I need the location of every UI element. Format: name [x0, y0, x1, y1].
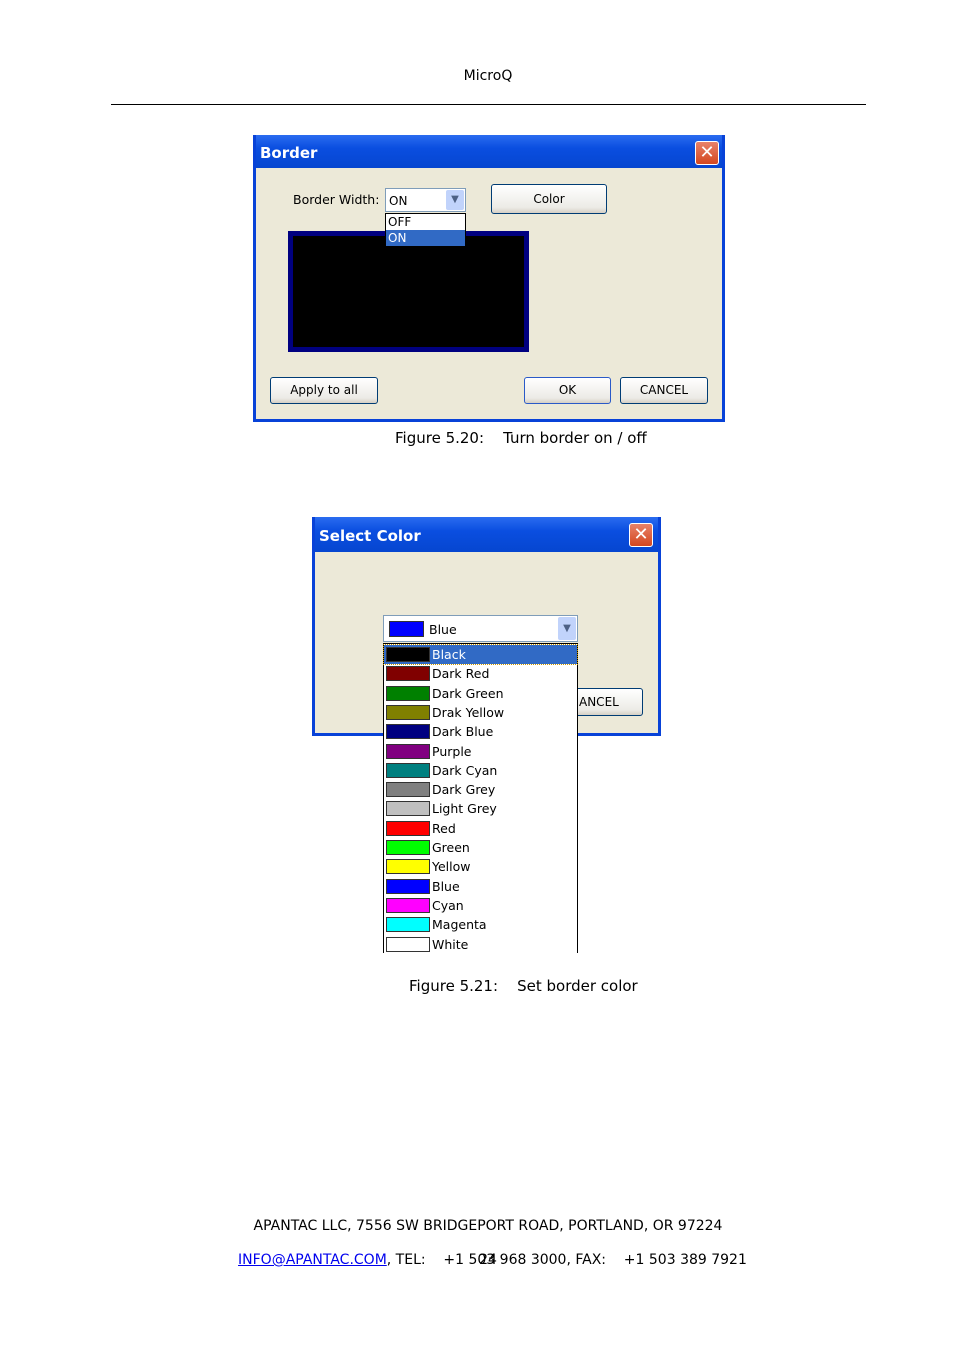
- color-label: Cyan: [432, 897, 464, 913]
- color-label: Blue: [432, 878, 460, 894]
- color-option[interactable]: Green: [386, 838, 470, 857]
- cancel-button[interactable]: CANCEL: [620, 377, 708, 404]
- color-swatch: [386, 685, 430, 701]
- color-swatch: [386, 936, 430, 952]
- color-label: Red: [432, 820, 456, 836]
- color-label: Dark Blue: [432, 724, 494, 740]
- color-option[interactable]: Magenta: [386, 915, 487, 934]
- dialog-title: Border: [256, 135, 722, 168]
- color-swatch: [386, 762, 430, 778]
- color-label: Dark Green: [432, 685, 504, 701]
- apply-to-all-button[interactable]: Apply to all: [270, 377, 378, 404]
- color-option[interactable]: Dark Red: [386, 664, 489, 683]
- color-swatch: [386, 878, 430, 894]
- footer-address: APANTAC LLC, 7556 SW BRIDGEPORT ROAD, PO…: [253, 1218, 723, 1234]
- color-option[interactable]: Dark Blue: [386, 722, 493, 741]
- close-icon[interactable]: ✕: [695, 141, 719, 165]
- header-rule: [111, 104, 866, 105]
- color-option[interactable]: Dark Green: [386, 684, 504, 703]
- color-swatch: [386, 782, 430, 798]
- border-width-select[interactable]: ON ▼: [385, 188, 466, 212]
- color-swatch: [386, 666, 430, 682]
- color-label: Dark Red: [432, 666, 490, 682]
- selected-color-swatch: [389, 621, 424, 637]
- color-label: White: [432, 936, 469, 952]
- color-label: Dark Cyan: [432, 762, 498, 778]
- border-width-value: ON: [389, 194, 408, 208]
- color-option[interactable]: Purple: [386, 742, 471, 761]
- color-label: Drak Yellow: [432, 704, 505, 720]
- close-icon[interactable]: ✕: [629, 523, 653, 547]
- color-option[interactable]: Light Grey: [386, 799, 497, 818]
- color-swatch: [386, 917, 430, 933]
- page-number: 24: [479, 1252, 497, 1268]
- border-dialog: Border ✕ Border Width: ON ▼ Color OFF ON…: [253, 135, 725, 422]
- color-option[interactable]: Yellow: [386, 857, 470, 876]
- color-button[interactable]: Color: [491, 184, 607, 214]
- color-swatch: [386, 820, 430, 836]
- page-header: MicroQ: [463, 68, 513, 84]
- color-dropdown-list: Black Dark Red Dark Green Drak Yellow Dark B…: [383, 643, 578, 953]
- color-label: Black: [432, 647, 466, 662]
- selected-color-label: Blue: [429, 622, 457, 637]
- color-swatch: [386, 704, 430, 720]
- border-width-label: Border Width:: [293, 192, 380, 207]
- color-swatch: [386, 897, 430, 913]
- color-label: Dark Grey: [432, 782, 496, 798]
- color-option[interactable]: Black: [383, 644, 578, 665]
- color-label: Yellow: [432, 859, 471, 875]
- figure-caption: Figure 5.21: Set border color: [409, 977, 638, 995]
- border-width-dropdown: OFF ON: [385, 213, 466, 246]
- cancel-button[interactable]: ANCEL: [570, 688, 643, 716]
- option-off[interactable]: OFF: [386, 214, 465, 230]
- color-swatch: [386, 840, 430, 855]
- dialog-title: Select Color: [315, 517, 658, 552]
- color-option[interactable]: Drak Yellow: [386, 703, 504, 722]
- figure-caption: Figure 5.20: Turn border on / off: [395, 429, 647, 447]
- color-label: Light Grey: [432, 801, 497, 817]
- color-option[interactable]: Blue: [386, 877, 460, 896]
- color-option[interactable]: Cyan: [386, 896, 464, 915]
- color-option[interactable]: White: [386, 935, 468, 954]
- color-option[interactable]: Dark Cyan: [386, 761, 497, 780]
- color-swatch: [386, 743, 430, 759]
- color-swatch: [386, 859, 430, 875]
- option-on[interactable]: ON: [386, 230, 465, 246]
- color-label: Purple: [432, 743, 472, 759]
- color-option[interactable]: Dark Grey: [386, 780, 495, 799]
- ok-button[interactable]: OK: [524, 377, 611, 404]
- chevron-down-icon[interactable]: ▼: [558, 617, 576, 640]
- color-swatch: [386, 724, 430, 740]
- color-label: Green: [432, 840, 470, 855]
- chevron-down-icon[interactable]: ▼: [446, 190, 464, 210]
- color-label: Magenta: [432, 917, 487, 933]
- color-option[interactable]: Red: [386, 819, 456, 838]
- border-preview: [288, 231, 529, 352]
- color-swatch: [386, 801, 430, 817]
- color-select[interactable]: Blue ▼: [383, 615, 578, 642]
- color-swatch: [386, 647, 430, 662]
